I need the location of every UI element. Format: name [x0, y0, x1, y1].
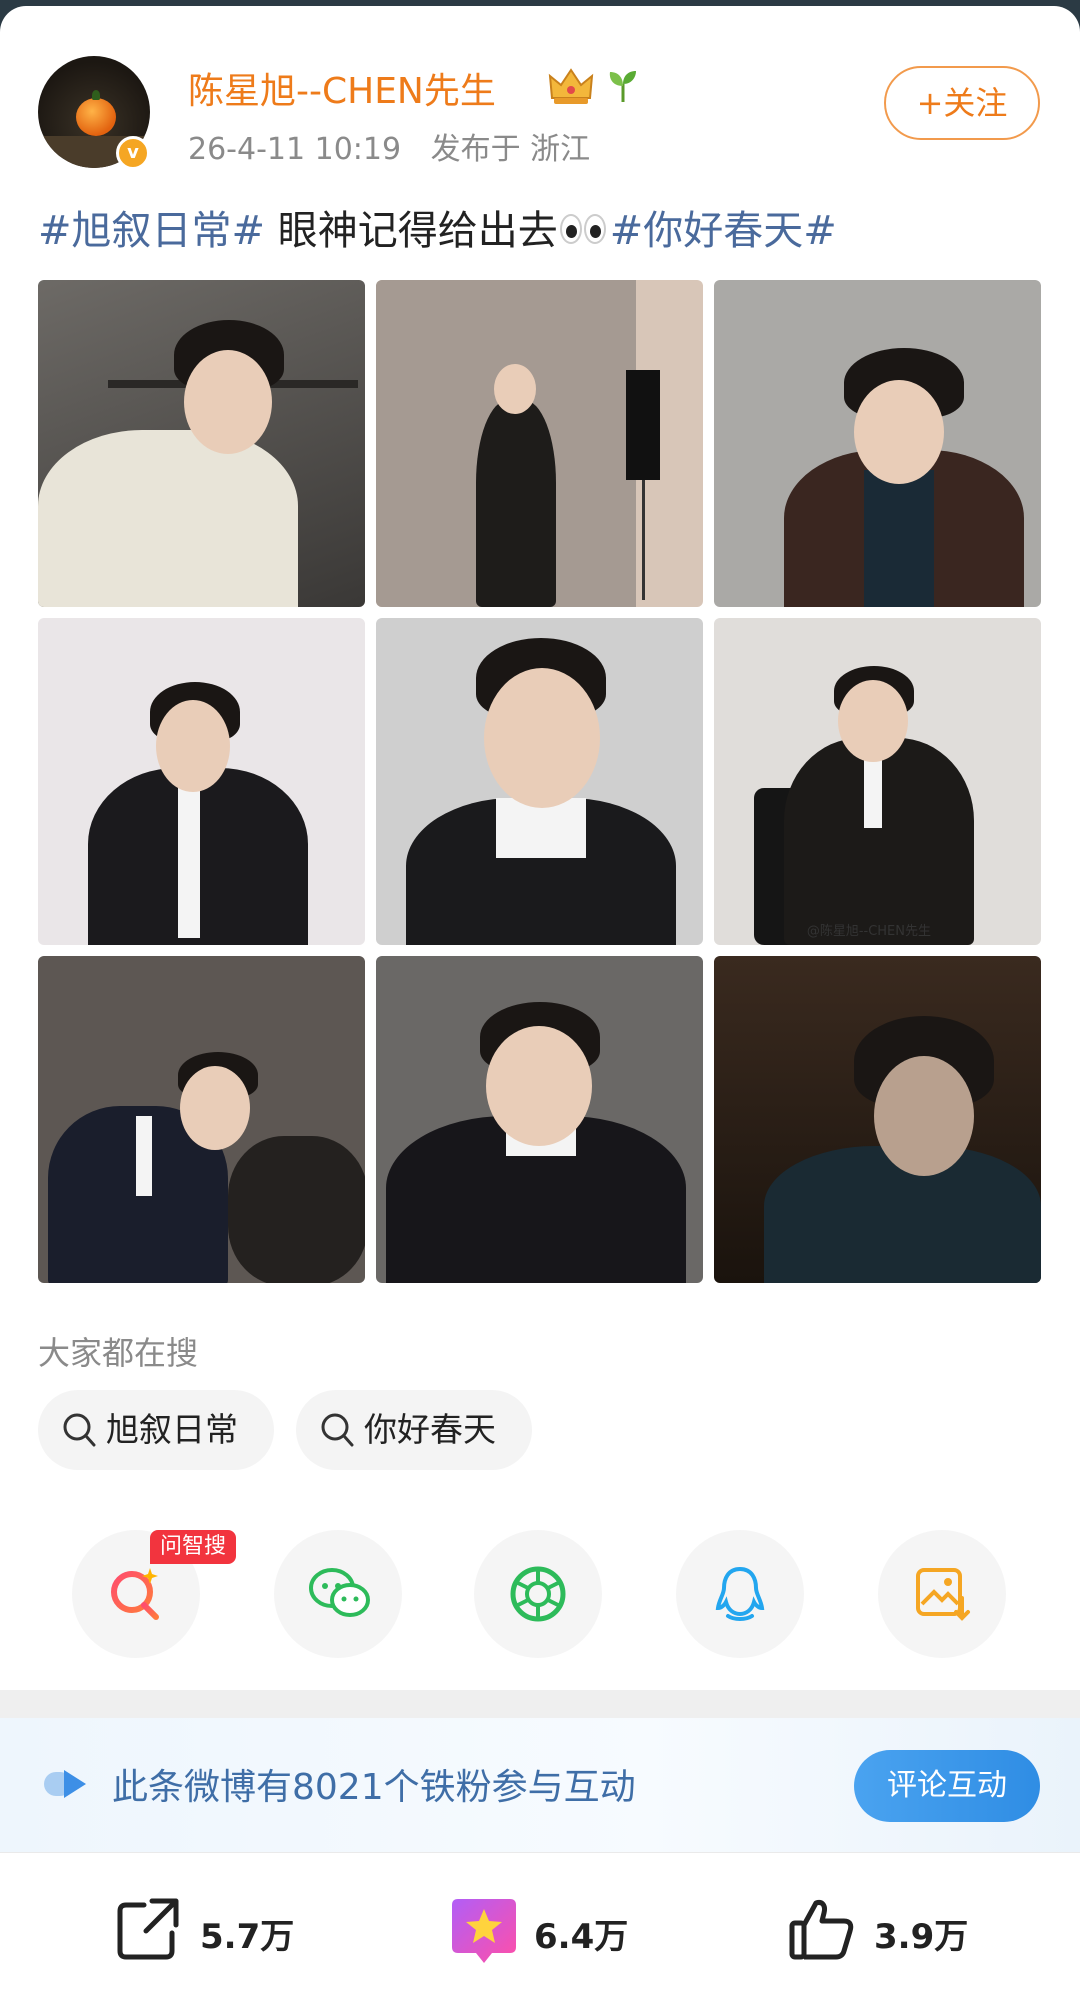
photo-1[interactable] — [38, 280, 365, 607]
fan-interaction-banner: 此条微博有8021个铁粉参与互动 评论互动 — [0, 1718, 1080, 1852]
favorite-button[interactable]: 6.4万 — [448, 1895, 668, 1967]
moments-icon — [510, 1566, 566, 1622]
photo-7[interactable] — [38, 956, 365, 1283]
search-chip[interactable]: 你好春天 — [296, 1390, 532, 1470]
repost-button[interactable]: 5.7万 — [114, 1895, 334, 1967]
post-body: 眼神记得给出去 — [265, 208, 558, 254]
search-icon — [63, 1413, 96, 1447]
photo-8[interactable] — [376, 956, 703, 1283]
sprout-icon — [609, 71, 636, 102]
save-image-icon — [916, 1568, 970, 1621]
wechat-icon — [309, 1568, 370, 1617]
crown-icon — [548, 68, 594, 104]
location: 发布于 浙江 — [430, 132, 591, 167]
search-icon — [321, 1413, 354, 1447]
photo-4[interactable] — [38, 618, 365, 945]
follow-button[interactable]: +关注 — [884, 66, 1040, 140]
photo-9[interactable] — [714, 956, 1041, 1283]
photo-3[interactable] — [714, 280, 1041, 607]
ai-search-icon — [111, 1568, 159, 1620]
search-chip-label: 旭叙日常 — [106, 1410, 238, 1449]
photo-watermark: @陈星旭--CHEN先生 — [806, 924, 931, 939]
repost-count: 5.7万 — [200, 1917, 295, 1957]
favorite-count: 6.4万 — [534, 1917, 629, 1957]
like-button[interactable]: 3.9万 — [788, 1895, 1008, 1967]
wechat-share-button[interactable] — [274, 1530, 402, 1658]
save-image-button[interactable] — [878, 1530, 1006, 1658]
post-card: v 陈星旭--CHEN先生 26-4-11 10:19 发布于 浙江 +关注 #… — [0, 6, 1080, 2013]
star-badge-icon — [452, 1899, 516, 1963]
timestamp: 26-4-11 10:19 — [188, 132, 402, 167]
banner-text: 此条微博有8021个铁粉参与互动 — [112, 1767, 636, 1808]
action-bar: 5.7万 6.4万 3.9万 — [0, 1852, 1080, 2013]
repost-icon — [117, 1898, 179, 1960]
qq-share-button[interactable] — [676, 1530, 804, 1658]
hashtag-link[interactable]: #你好春天# — [610, 208, 837, 254]
username[interactable]: 陈星旭--CHEN先生 — [188, 62, 496, 114]
ai-search-badge: 问智搜 — [150, 1530, 237, 1564]
search-chip-label: 你好春天 — [364, 1410, 496, 1449]
search-section-title: 大家都在搜 — [38, 1334, 199, 1372]
thumbs-up-icon — [789, 1900, 854, 1960]
interaction-icon — [44, 1770, 86, 1798]
comment-interact-button[interactable]: 评论互动 — [854, 1750, 1040, 1822]
photo-5[interactable] — [376, 618, 703, 945]
moments-share-button[interactable] — [474, 1530, 602, 1658]
post-text: #旭叙日常# 眼神记得给出去 #你好春天# — [38, 198, 837, 256]
verified-badge-icon: v — [116, 136, 150, 170]
photo-2[interactable] — [376, 280, 703, 607]
section-divider — [0, 1690, 1080, 1718]
search-chip[interactable]: 旭叙日常 — [38, 1390, 274, 1470]
eyes-emoji-icon — [558, 212, 610, 248]
qq-icon — [715, 1566, 765, 1621]
photo-6[interactable]: @陈星旭--CHEN先生 — [714, 618, 1041, 945]
hashtag-link[interactable]: #旭叙日常# — [38, 208, 265, 254]
like-count: 3.9万 — [874, 1917, 969, 1957]
post-meta: 26-4-11 10:19 发布于 浙江 — [188, 124, 610, 168]
